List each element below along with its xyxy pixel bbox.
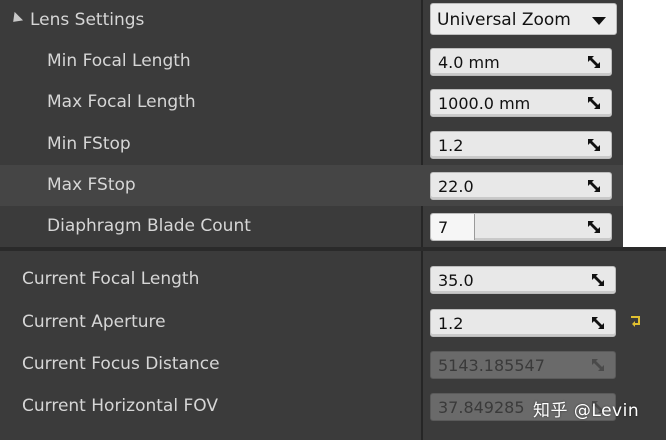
- min-focal-length-label: Min Focal Length: [47, 51, 191, 71]
- current-aperture-label: Current Aperture: [22, 312, 166, 332]
- details-panel: Lens Settings Universal Zoom Min Focal L…: [0, 0, 666, 440]
- min-fstop-value: 1.2: [438, 136, 464, 155]
- drag-arrows-icon: [588, 139, 600, 151]
- row-current-aperture: Current Aperture 1.2: [0, 302, 666, 343]
- row-max-fstop: Max FStop 22.0: [0, 165, 623, 206]
- drag-arrows-icon: [588, 56, 600, 68]
- current-focal-length-value: 35.0: [438, 271, 474, 290]
- min-fstop-label: Min FStop: [47, 134, 131, 154]
- current-focus-distance-value: 5143.185547: [438, 356, 545, 375]
- row-max-focal-length: Max Focal Length 1000.0 mm: [0, 82, 623, 123]
- diaphragm-blade-count-slider[interactable]: 7: [430, 213, 612, 241]
- row-diaphragm-blade-count: Diaphragm Blade Count 7: [0, 206, 623, 247]
- diaphragm-blade-count-label: Diaphragm Blade Count: [47, 216, 251, 236]
- drag-arrows-icon: [588, 221, 600, 233]
- max-fstop-field[interactable]: 22.0: [430, 172, 612, 200]
- lens-preset-value: Universal Zoom: [437, 10, 571, 30]
- current-horizontal-fov-value: 37.849285: [438, 398, 525, 417]
- lens-preset-dropdown[interactable]: Universal Zoom: [430, 3, 617, 35]
- row-current-focal-length: Current Focal Length 35.0: [0, 259, 666, 300]
- lens-settings-header[interactable]: Lens Settings Universal Zoom: [0, 0, 623, 41]
- max-focal-length-field[interactable]: 1000.0 mm: [430, 89, 612, 117]
- current-focus-distance-field: 5143.185547: [430, 351, 616, 379]
- drag-arrows-icon: [592, 317, 604, 329]
- current-aperture-field[interactable]: 1.2: [430, 309, 616, 337]
- row-current-focus-distance: Current Focus Distance 5143.185547: [0, 344, 666, 385]
- current-horizontal-fov-label: Current Horizontal FOV: [22, 396, 218, 416]
- min-focal-length-field[interactable]: 4.0 mm: [430, 48, 612, 76]
- max-fstop-label: Max FStop: [47, 175, 136, 195]
- max-focal-length-value: 1000.0 mm: [438, 94, 531, 113]
- current-focus-distance-label: Current Focus Distance: [22, 354, 220, 374]
- current-aperture-value: 1.2: [438, 314, 464, 333]
- diaphragm-blade-count-value: 7: [438, 218, 449, 237]
- min-fstop-field[interactable]: 1.2: [430, 131, 612, 159]
- lens-settings-label: Lens Settings: [30, 10, 145, 30]
- drag-arrows-icon: [592, 274, 604, 286]
- row-min-fstop: Min FStop 1.2: [0, 124, 623, 165]
- row-min-focal-length: Min Focal Length 4.0 mm: [0, 41, 623, 82]
- min-focal-length-value: 4.0 mm: [438, 53, 500, 72]
- lens-settings-section: Lens Settings Universal Zoom Min Focal L…: [0, 0, 623, 251]
- reset-to-default-icon[interactable]: [628, 313, 644, 329]
- chevron-down-icon: [592, 17, 606, 25]
- current-focal-length-label: Current Focal Length: [22, 269, 200, 289]
- current-focal-length-field[interactable]: 35.0: [430, 266, 616, 294]
- drag-arrows-icon: [592, 359, 604, 371]
- watermark-text: 知乎 @Levin: [533, 401, 640, 421]
- drag-arrows-icon: [588, 97, 600, 109]
- max-focal-length-label: Max Focal Length: [47, 92, 196, 112]
- max-fstop-value: 22.0: [438, 177, 474, 196]
- collapse-triangle-icon[interactable]: [8, 11, 24, 27]
- drag-arrows-icon: [588, 180, 600, 192]
